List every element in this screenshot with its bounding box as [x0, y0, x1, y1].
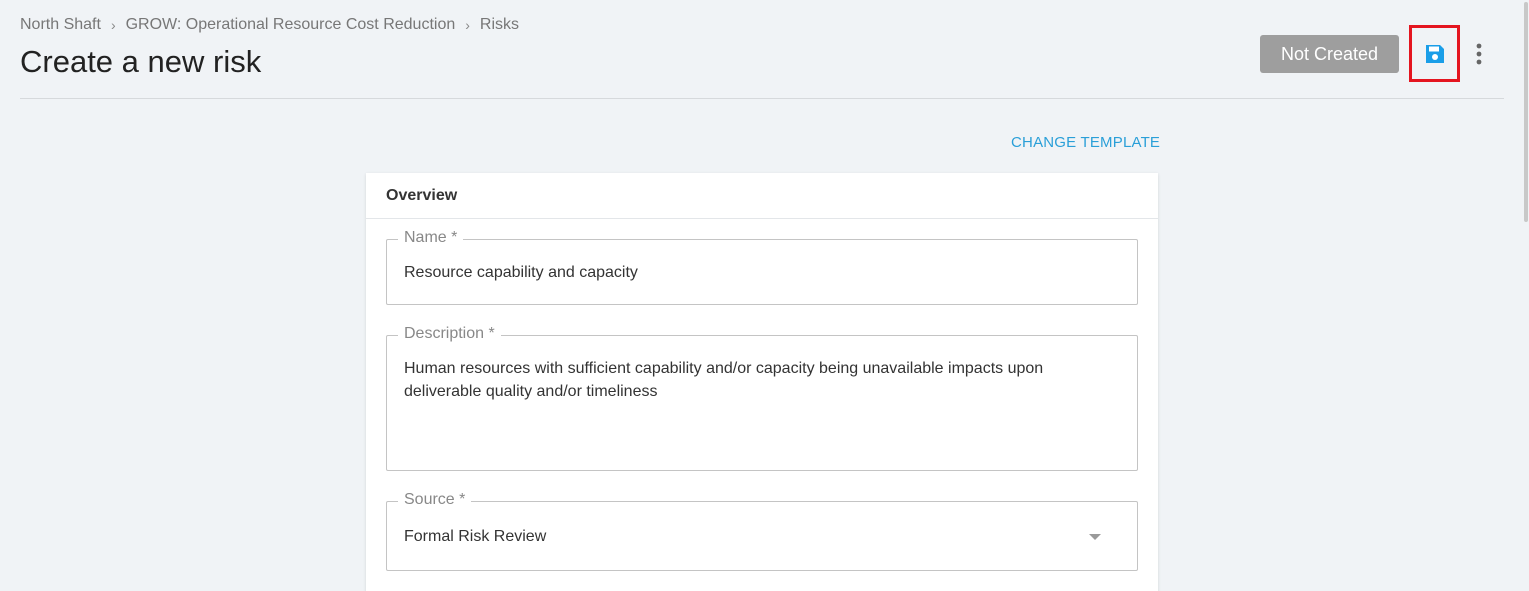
change-template-link[interactable]: CHANGE TEMPLATE [1011, 134, 1160, 151]
breadcrumb-item-north-shaft[interactable]: North Shaft [20, 16, 101, 34]
name-label: Name * [398, 229, 464, 247]
page-title: Create a new risk [20, 44, 262, 79]
status-label: Not Created [1280, 43, 1379, 64]
overview-title: Overview [366, 173, 1158, 219]
save-button[interactable] [1409, 25, 1460, 82]
name-field[interactable]: Name * Resource capability and capacity [386, 229, 1138, 305]
breadcrumb-separator: › [110, 17, 116, 33]
description-label: Description * [398, 325, 501, 343]
breadcrumb-item-risks[interactable]: Risks [480, 16, 519, 34]
breadcrumb-separator: › [465, 17, 470, 33]
breadcrumb-item-project[interactable]: GROW: Operational Resource Cost Reductio… [126, 16, 456, 34]
dropdown-arrow-icon[interactable] [1089, 534, 1101, 540]
source-label: Source * [398, 491, 472, 509]
description-field[interactable]: Description * Human resources with suffi… [386, 325, 1138, 471]
status-badge: Not Created [1260, 35, 1399, 73]
overview-card: Overview Name * Resource capability and … [366, 173, 1158, 591]
vertical-ellipsis-icon [1476, 43, 1482, 65]
scrollbar-thumb[interactable] [1524, 2, 1528, 222]
more-options-button[interactable] [1470, 35, 1488, 73]
description-textarea[interactable]: Human resources with sufficient capabili… [404, 357, 1097, 403]
source-select[interactable]: Source * Formal Risk Review [386, 491, 1138, 571]
page-header: North Shaft › GROW: Operational Resource… [20, 0, 1504, 99]
source-selected-value: Formal Risk Review [404, 528, 547, 545]
floppy-disk-icon [1425, 44, 1444, 63]
breadcrumb: North Shaft › GROW: Operational Resource… [20, 16, 519, 34]
name-input[interactable]: Resource capability and capacity [404, 261, 638, 284]
